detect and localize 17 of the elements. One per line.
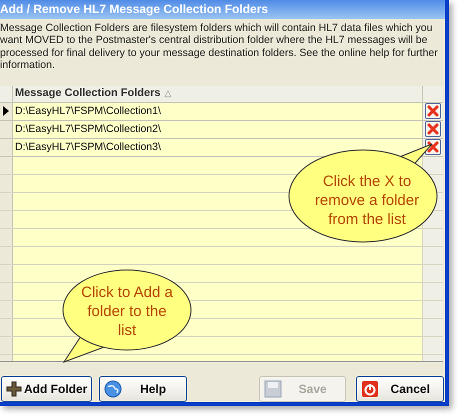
delete-icon bbox=[427, 105, 439, 118]
help-button[interactable]: Help bbox=[99, 376, 187, 402]
sort-indicator: △ bbox=[164, 86, 172, 100]
window-title: Add / Remove HL7 Message Collection Folders bbox=[0, 1, 268, 18]
row-header[interactable] bbox=[0, 102, 13, 120]
power-icon bbox=[361, 380, 380, 398]
description-text: Message Collection Folders are filesystem folders which will contain HL7 data files which you want MOVED to the Postmaster's central distribution folder where the HL7 messages will be processed for final delivery to your message destination folders. See the online help for further information. bbox=[0, 22, 439, 72]
callout-text: Click to Add a folder to the list bbox=[80, 282, 174, 340]
delete-icon bbox=[427, 141, 439, 154]
plus-icon bbox=[6, 381, 22, 397]
current-row-icon bbox=[3, 106, 9, 116]
add-folder-button[interactable]: Add Folder bbox=[1, 376, 92, 402]
callout-text: Click the X to remove a folder from the list bbox=[314, 172, 420, 228]
cancel-button[interactable]: Cancel bbox=[356, 376, 444, 402]
globe-icon bbox=[104, 380, 122, 398]
delete-icon bbox=[427, 123, 439, 136]
column-title: Message Collection Folders bbox=[15, 86, 160, 102]
